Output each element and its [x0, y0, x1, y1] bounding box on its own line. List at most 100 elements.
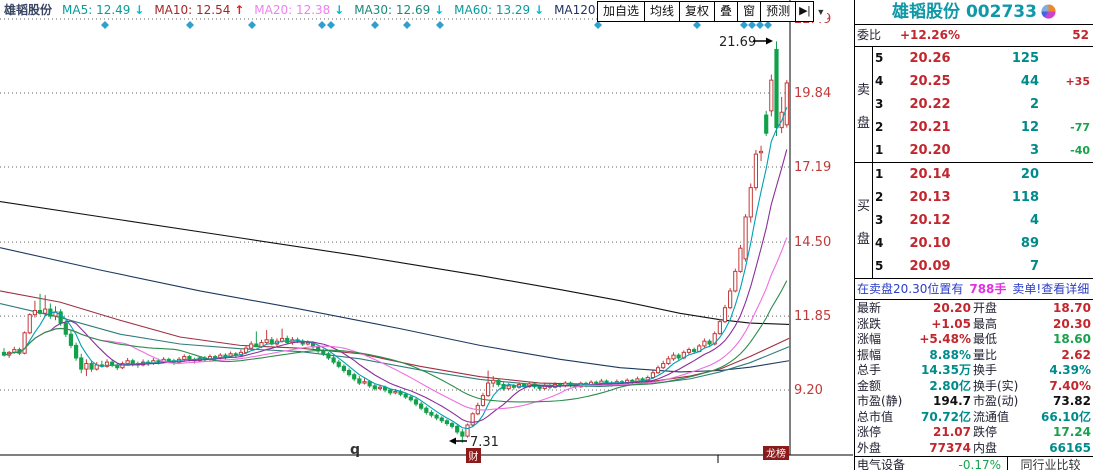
- buy-row-1[interactable]: 1 20.14 20: [873, 163, 1093, 186]
- stats-table: 最新 20.20 开盘 18.70 涨跌 +1.05 最高 20.30 涨幅 +5.48% 最低…: [855, 300, 1093, 456]
- peak-price-label: 21.69: [719, 35, 756, 50]
- ma-line-ma-navy: [0, 247, 790, 373]
- buy-row-5[interactable]: 5 20.09 7: [873, 255, 1093, 278]
- stock-terminal-window: 22.4919.8417.1914.5011.859.2021.697.31财龙…: [0, 0, 1093, 470]
- sell-row-4[interactable]: 4 20.25 44 +35: [873, 70, 1093, 93]
- sell-row-5[interactable]: 5 20.26 125: [873, 47, 1093, 70]
- stats-row: 总手 14.35万 换手 4.39%: [857, 363, 1091, 377]
- short-ma-lines: [3, 107, 788, 430]
- sector-row: 电气设备 -0.17% 同行业比较: [855, 456, 1093, 470]
- y-axis-label: 11.85: [794, 309, 831, 324]
- event-diamond-icon: [764, 21, 772, 29]
- chevron-down-icon[interactable]: ▼: [814, 1, 828, 22]
- stats-row: 外盘 77374 内盘 66165: [857, 440, 1091, 455]
- weibi-row: 委比 +12.26% 52: [855, 25, 1093, 47]
- down-arrow-icon: ↓: [134, 2, 145, 17]
- weicha-value: 52: [1072, 28, 1089, 42]
- sell-side-label: 卖盘: [855, 47, 873, 162]
- ma5-line: [3, 107, 788, 430]
- weibi-value: +12.26%: [899, 28, 961, 42]
- big-sell-order-notice[interactable]: 在卖盘20.30位置有 788手 卖单!查看详细: [855, 279, 1093, 300]
- event-diamond-icon: [756, 21, 764, 29]
- event-diamond-icon: [594, 21, 602, 29]
- ma-line-ma60: [0, 290, 790, 386]
- sector-name: 电气设备: [857, 458, 906, 470]
- left-arrow-icon: [449, 437, 456, 445]
- stats-row: 最新 20.20 开盘 18.70: [857, 301, 1091, 315]
- buy-queue: 买盘 1 20.14 20 2 20.13 118 3 20.12 4 4 20.10 89 5…: [855, 163, 1093, 278]
- event-diamond-icon: [740, 21, 748, 29]
- adjust-price-button[interactable]: 复权: [680, 1, 716, 22]
- chart-toolbar: 加自选 均线 复权 叠 窗 预测 ▶| ▼: [597, 1, 828, 22]
- down-arrow-icon: ↓: [334, 2, 345, 17]
- buy-row-2[interactable]: 2 20.13 118: [873, 186, 1093, 209]
- y-axis-label: 9.20: [794, 383, 823, 398]
- y-axis-label: 17.19: [794, 160, 831, 175]
- ma-line-ma250: [0, 201, 790, 325]
- sell-row-3[interactable]: 3 20.22 2: [873, 93, 1093, 116]
- legend-stock-name: 雄韬股份: [4, 3, 53, 17]
- grid: 22.4919.8417.1914.5011.859.20: [0, 0, 853, 463]
- weibi-label: 委比: [857, 28, 882, 42]
- stats-row: 涨跌 +1.05 最高 20.30: [857, 316, 1091, 331]
- buy-side-label: 买盘: [855, 163, 873, 278]
- stock-title: 雄韬股份 002733: [855, 0, 1093, 24]
- up-arrow-icon: ↑: [234, 2, 245, 17]
- stats-row: 金额 2.80亿 换手(实) 7.40%: [857, 378, 1091, 393]
- svg-text:龙榜: 龙榜: [766, 447, 786, 460]
- stats-row: 振幅 8.88% 量比 2.62: [857, 347, 1091, 362]
- next-page-icon[interactable]: ▶|: [796, 1, 815, 22]
- industry-compare-link[interactable]: 同行业比较: [1007, 457, 1093, 470]
- ma-line-ma120: [0, 302, 790, 387]
- ma20-line: [3, 237, 788, 411]
- event-diamond-icons[interactable]: [101, 21, 772, 29]
- down-arrow-icon: ↓: [434, 2, 445, 17]
- down-arrow-icon: ↓: [534, 2, 545, 17]
- sell-row-1[interactable]: 1 20.20 3 -40: [873, 139, 1093, 162]
- event-diamond-icon: [327, 21, 335, 29]
- event-diamond-icon: [693, 21, 701, 29]
- kline-chart-area[interactable]: 22.4919.8417.1914.5011.859.2021.697.31财龙…: [0, 0, 854, 470]
- legend-ma5: MA5: 12.49 ↓: [62, 2, 145, 17]
- quote-panel: 雄韬股份 002733 委比 +12.26% 52 卖盘 5 20.26 125 4…: [854, 0, 1093, 470]
- long-ma-lines: [0, 201, 790, 387]
- event-diamond-icon: [318, 21, 326, 29]
- stats-row: 总市值 70.72亿 流通值 66.10亿: [857, 409, 1091, 424]
- event-diamond-icon: [436, 21, 444, 29]
- sell-queue: 卖盘 5 20.26 125 4 20.25 44 +35 3 20.22 2 2 20.21 1…: [855, 47, 1093, 163]
- legend-ma60: MA60: 13.29 ↓: [454, 2, 545, 17]
- ma30-line: [3, 280, 788, 403]
- y-axis-label: 19.84: [794, 86, 831, 101]
- event-diamond-icon: [186, 21, 194, 29]
- watermark-q: q: [350, 442, 360, 458]
- add-watchlist-button[interactable]: 加自选: [597, 1, 646, 22]
- buy-row-4[interactable]: 4 20.10 89: [873, 232, 1093, 255]
- event-diamond-icon: [248, 21, 256, 29]
- kline-chart[interactable]: 22.4919.8417.1914.5011.859.2021.697.31财龙…: [0, 0, 854, 470]
- view-detail-link: 卖单!查看详细: [1012, 282, 1090, 296]
- event-diamond-icon: [403, 21, 411, 29]
- legend-ma20: MA20: 12.38 ↓: [254, 2, 345, 17]
- legend-ma30: MA30: 12.69 ↓: [354, 2, 445, 17]
- level5-quote-box: 委比 +12.26% 52 卖盘 5 20.26 125 4 20.25 44 +35 3…: [855, 24, 1093, 279]
- event-diamond-icon: [748, 21, 756, 29]
- stats-row: 市盈(静) 194.7 市盈(动) 73.82: [857, 394, 1091, 408]
- buy-row-3[interactable]: 3 20.12 4: [873, 209, 1093, 232]
- stats-row: 涨停 21.07 跌停 17.24: [857, 425, 1091, 439]
- stats-row: 涨幅 +5.48% 最低 18.60: [857, 332, 1091, 346]
- sell-row-2[interactable]: 2 20.21 12 -77: [873, 116, 1093, 139]
- svg-text:财: 财: [469, 450, 479, 463]
- y-axis-label: 14.50: [794, 235, 831, 250]
- legend-ma10: MA10: 12.54 ↑: [154, 2, 245, 17]
- low-price-label: 7.31: [470, 435, 499, 450]
- pie-chart-icon[interactable]: [1041, 2, 1056, 26]
- forecast-button[interactable]: 预测: [761, 1, 797, 22]
- ma-legend: 雄韬股份 MA5: 12.49 ↓ MA10: 12.54 ↑ MA20: 12…: [4, 2, 611, 18]
- event-diamond-icon: [371, 21, 379, 29]
- sector-change: -0.17%: [958, 458, 1001, 470]
- right-arrow-icon: [766, 37, 773, 45]
- window-button[interactable]: 窗: [738, 1, 762, 22]
- event-diamond-icon: [101, 21, 109, 29]
- overlay-button[interactable]: 叠: [715, 1, 739, 22]
- ma-lines-button[interactable]: 均线: [645, 1, 681, 22]
